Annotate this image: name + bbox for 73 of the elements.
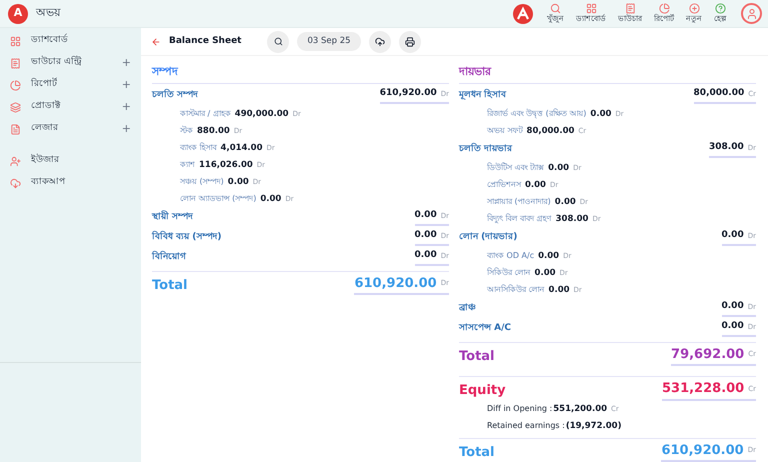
item-label: লোন অ্যাডভান্স (সম্পদ): [180, 193, 256, 205]
group-amount: 0.00: [722, 320, 744, 334]
sidebar-item[interactable]: ইউজার: [0, 150, 141, 172]
item-amount: 80,000.00: [526, 124, 574, 138]
total-label: Equity: [459, 382, 506, 400]
sidebar-item[interactable]: প্রোডাক্ট +: [0, 96, 141, 118]
item-amount: 0.00: [590, 108, 612, 120]
item-label: সঞ্চয় (সম্পদ): [180, 176, 224, 188]
group-label: বিবিধ ব্যয় (সম্পদ): [152, 230, 222, 244]
item-amount: 0.00: [525, 178, 546, 192]
group-amount: 610,920.00: [380, 87, 437, 100]
total-amount: 610,920.00: [354, 274, 437, 292]
item-amount: 490,000.00: [234, 108, 289, 120]
item-label: আনসিকিউর লোন: [487, 284, 545, 296]
item-amount: 0.00: [538, 250, 560, 262]
group-amount: 80,000.00: [694, 87, 744, 100]
item-amount: 551,200.00: [553, 402, 608, 416]
item-amount: 0.00: [554, 196, 576, 208]
group-amount: 0.00: [722, 300, 744, 314]
group-label: সাসপেন্স A/C: [459, 322, 511, 335]
item-amount: 0.00: [260, 192, 282, 206]
total-label: Total: [459, 444, 495, 462]
item-label: ডিউটিস এবং ট্যাক্স: [487, 162, 544, 174]
item-amount: 0.00: [548, 284, 570, 296]
total-amount: 610,920.00: [661, 442, 744, 460]
item-amount: 0.00: [534, 266, 556, 280]
group-amount: 0.00: [414, 229, 437, 242]
item-amount: 308.00: [556, 212, 588, 226]
section-heading: দায়ভার: [459, 64, 756, 84]
date-picker[interactable]: 03 Sep 25: [297, 32, 361, 51]
item-label: ব্যাংক হিসাব: [180, 142, 217, 154]
total-amount: 531,228.00: [662, 380, 744, 398]
sidebar-item[interactable]: রিপোর্ট +: [0, 74, 141, 96]
item-amount: 4,014.00: [220, 142, 262, 154]
group-label: ব্রাঞ্চ: [459, 302, 476, 315]
item-label: স্টক: [180, 125, 193, 137]
total-label: Total: [459, 348, 495, 366]
item-amount: 116,026.00: [199, 158, 253, 172]
item-amount: (19,972.00): [566, 420, 622, 432]
page-title: Balance Sheet: [169, 34, 242, 48]
item-label: ক্যাশ: [180, 159, 195, 171]
item-label: ব্যাংক OD A/c: [487, 250, 534, 262]
group-amount: 0.00: [722, 229, 744, 242]
total-amount: 79,692.00: [671, 346, 744, 364]
item-label: অভয় সফট: [487, 125, 523, 137]
section-heading: সম্পদ: [152, 64, 449, 84]
group-amount: 0.00: [414, 209, 437, 222]
sidebar-item[interactable]: ভাউচার এন্ট্রি +: [0, 52, 141, 74]
item-label: বিদ্যুৎ বিল বাবদ গ্রহণ: [487, 213, 552, 225]
item-amount: 0.00: [548, 162, 570, 174]
sidebar-item[interactable]: ব্যাকআপ: [0, 172, 141, 194]
item-label: Retained earnings :: [487, 420, 565, 432]
group-label: চলতি সম্পদ: [152, 88, 198, 102]
group-amount: 308.00: [708, 141, 744, 154]
item-label: Diff in Opening :: [487, 403, 552, 415]
item-label: কাস্টমার / গ্রাহক: [180, 108, 231, 120]
item-amount: 0.00: [228, 176, 249, 188]
avatar-icon[interactable]: A: [8, 4, 28, 24]
sidebar-item[interactable]: ড্যাশবোর্ড: [0, 30, 141, 52]
total-label: Total: [152, 276, 188, 294]
group-label: লোন (দায়ভার): [459, 230, 518, 244]
item-label: প্রোভিশনস: [487, 179, 521, 191]
item-amount: 880.00: [197, 124, 230, 138]
item-label: রিজার্ভ এবং উদ্বৃত্ত (রক্ষিত আয়): [487, 108, 586, 120]
group-label: মূলধন হিসাব: [459, 88, 506, 102]
item-label: সিকিউর লোন: [487, 267, 531, 279]
item-label: সাপ্লায়ার (পাওনাদার): [487, 196, 551, 208]
group-amount: 0.00: [414, 249, 437, 262]
app-name: অভয়: [36, 5, 60, 22]
sidebar-item[interactable]: লেজার +: [0, 118, 141, 140]
group-label: চলতি দায়ভার: [459, 142, 512, 156]
group-label: বিনিয়োগ: [152, 250, 186, 264]
group-label: স্থায়ী সম্পদ: [152, 210, 194, 224]
